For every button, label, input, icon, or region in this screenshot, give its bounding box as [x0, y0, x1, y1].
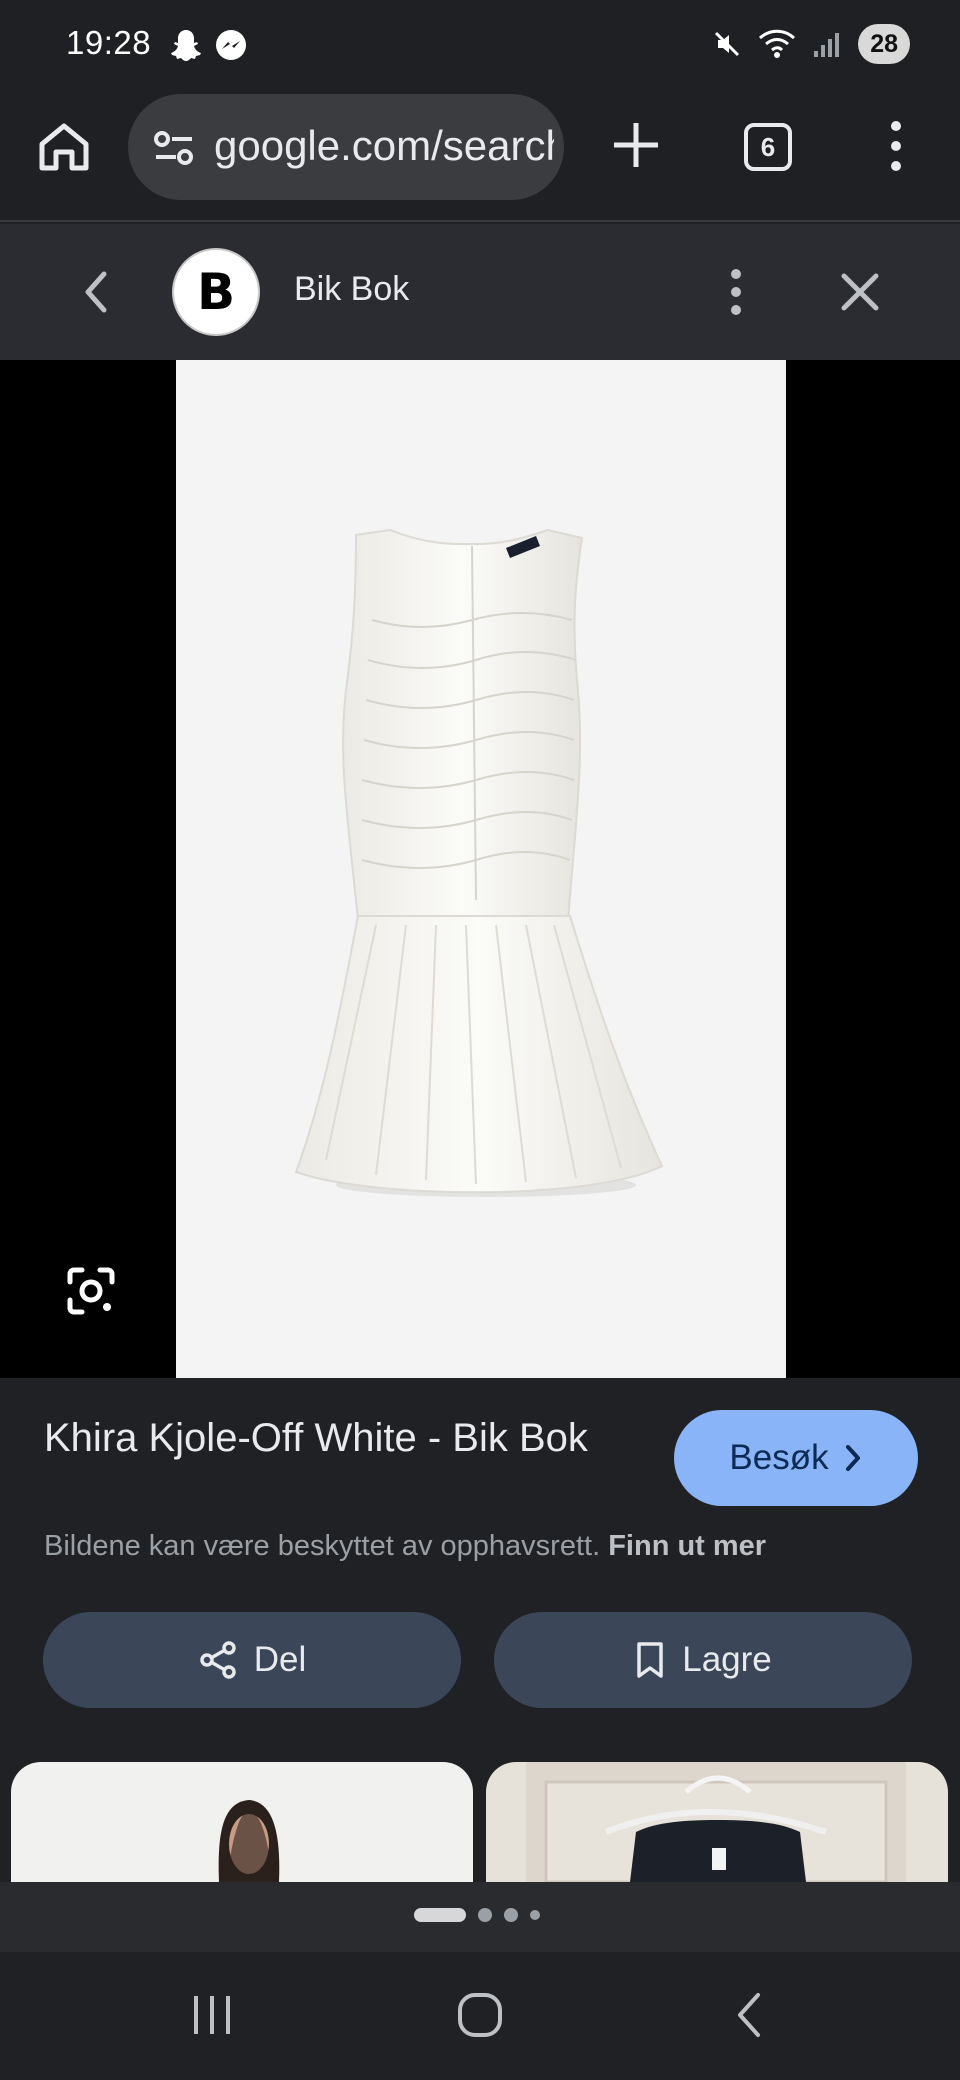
hanging-dress-photo	[526, 1762, 906, 1882]
status-bar: 19:28 28	[0, 0, 960, 90]
visit-button[interactable]: Besøk	[674, 1410, 918, 1506]
page-indicator	[414, 1908, 540, 1922]
home-icon[interactable]	[36, 118, 92, 174]
home-button-icon[interactable]	[456, 1990, 504, 2040]
close-icon[interactable]	[838, 270, 882, 314]
related-image-thumbnail[interactable]	[11, 1762, 473, 1882]
site-settings-icon[interactable]	[152, 126, 196, 170]
visit-button-label: Besøk	[729, 1438, 829, 1477]
copyright-notice: Bildene kan være beskyttet av opphavsret…	[44, 1530, 766, 1563]
related-image-thumbnail[interactable]	[486, 1762, 948, 1882]
source-logo[interactable]: B	[172, 248, 260, 336]
battery-indicator: 28	[858, 24, 910, 64]
url-text[interactable]: google.com/search	[214, 122, 554, 170]
page-dot	[530, 1910, 540, 1920]
image-viewer	[0, 360, 960, 1378]
mute-icon	[715, 31, 740, 57]
tab-switcher-button[interactable]: 6	[744, 123, 792, 171]
snapchat-icon	[171, 30, 201, 61]
product-image[interactable]	[176, 360, 786, 1378]
source-name[interactable]: Bik Bok	[294, 270, 409, 309]
result-info-panel: Khira Kjole-Off White - Bik Bok Besøk Bi…	[0, 1378, 960, 1882]
browser-menu-icon[interactable]	[880, 118, 912, 174]
status-notification-icons	[170, 28, 248, 62]
status-time: 19:28	[66, 24, 152, 61]
signal-icon	[814, 33, 840, 57]
recent-apps-icon[interactable]	[190, 1990, 234, 2040]
back-button-icon[interactable]	[730, 1990, 770, 2040]
model-photo	[218, 1800, 280, 1882]
copyright-text: Bildene kan være beskyttet av opphavsret…	[44, 1530, 601, 1562]
share-button-label: Del	[253, 1640, 307, 1679]
messenger-icon	[216, 30, 246, 60]
new-tab-icon[interactable]	[606, 115, 666, 175]
source-header: B Bik Bok	[0, 224, 960, 360]
share-button[interactable]: Del	[43, 1612, 461, 1708]
more-options-icon[interactable]	[724, 266, 748, 318]
browser-toolbar: google.com/search 6	[0, 90, 960, 222]
product-title[interactable]: Khira Kjole-Off White - Bik Bok	[44, 1412, 624, 1465]
share-icon	[199, 1641, 236, 1679]
chevron-right-icon	[845, 1445, 860, 1471]
system-navigation-bar	[0, 1952, 960, 2080]
dress-illustration	[294, 528, 664, 1197]
status-system-icons: 28	[712, 24, 910, 64]
page-dot-active	[414, 1908, 466, 1922]
save-button[interactable]: Lagre	[494, 1612, 912, 1708]
back-chevron-icon[interactable]	[76, 268, 116, 316]
page-dot	[478, 1908, 492, 1922]
learn-more-link[interactable]: Finn ut mer	[608, 1530, 766, 1562]
pager-bar	[0, 1882, 960, 1952]
url-bar[interactable]: google.com/search	[128, 94, 564, 200]
bookmark-icon	[637, 1642, 663, 1678]
google-lens-icon[interactable]	[64, 1264, 118, 1318]
wifi-icon	[759, 29, 796, 58]
save-button-label: Lagre	[682, 1640, 772, 1679]
page-dot	[504, 1908, 518, 1922]
